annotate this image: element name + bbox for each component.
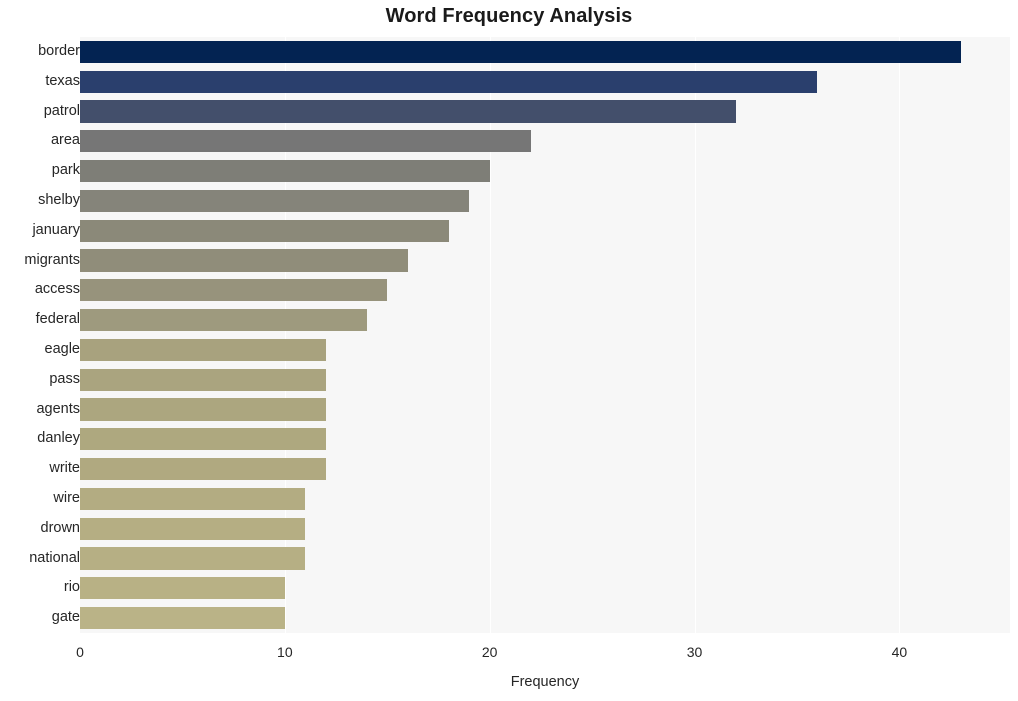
- y-tick-label: rio: [63, 579, 80, 596]
- y-tick-label: shelby: [38, 191, 80, 208]
- y-tick-label: january: [32, 221, 80, 238]
- chart-title: Word Frequency Analysis: [385, 5, 633, 27]
- y-tick-label: texas: [45, 72, 80, 89]
- y-tick-label: federal: [35, 311, 80, 328]
- x-tick-label: 30: [686, 644, 703, 660]
- y-axis-tick-labels: border texas patrol area park shelby january mi…: [0, 37, 1018, 633]
- y-tick-label: migrants: [24, 251, 80, 268]
- y-tick-label: gate: [51, 609, 80, 626]
- y-tick-label: border: [38, 42, 80, 59]
- x-tick-label: 0: [76, 644, 84, 660]
- y-tick-label: area: [50, 132, 80, 149]
- y-tick-label: agents: [36, 400, 80, 417]
- y-tick-label: pass: [49, 370, 80, 387]
- y-tick-label: access: [34, 281, 80, 298]
- x-tick-label: 10: [277, 644, 293, 660]
- y-tick-label: write: [49, 460, 80, 477]
- x-axis-tick-labels: 0 10 20 30 40: [0, 633, 1018, 673]
- y-tick-label: national: [29, 549, 80, 566]
- y-tick-label: park: [51, 162, 80, 179]
- chart-figure: Word Frequency Analysis border texas patro…: [0, 0, 1018, 701]
- y-tick-label: wire: [53, 489, 80, 506]
- y-tick-label: danley: [37, 430, 80, 447]
- x-axis-title: Frequency: [510, 674, 580, 690]
- x-tick-label: 40: [891, 644, 908, 660]
- y-tick-label: eagle: [44, 340, 80, 357]
- y-tick-label: patrol: [43, 102, 80, 119]
- y-tick-label: drown: [40, 519, 81, 536]
- x-tick-label: 20: [481, 644, 498, 660]
